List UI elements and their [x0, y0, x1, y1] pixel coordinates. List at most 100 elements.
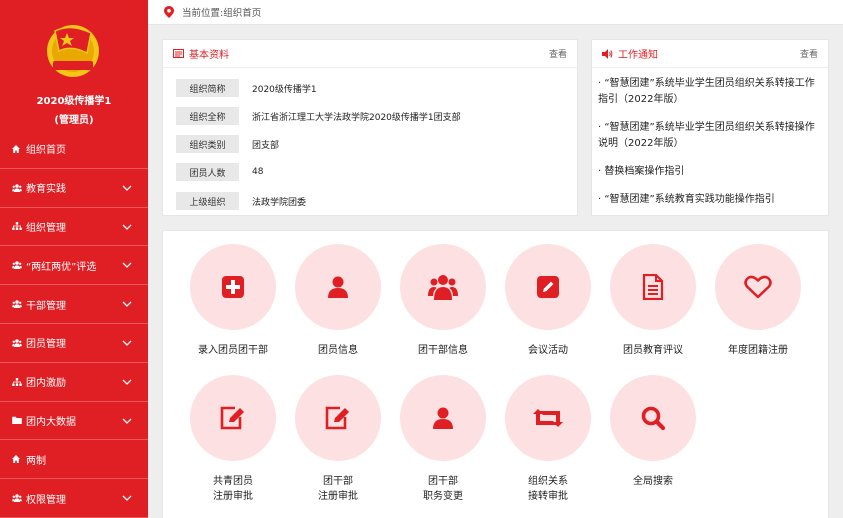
user-icon	[326, 275, 350, 299]
sidebar-item[interactable]: 教育实践	[0, 169, 148, 208]
sidebar-item[interactable]: 两制	[0, 440, 148, 480]
sidebar-item[interactable]: 组织首页	[0, 130, 148, 169]
basic-info-title: 基本资料	[189, 50, 229, 61]
home-icon	[12, 144, 24, 153]
sidebar-item-label: 组织管理	[26, 222, 66, 234]
sidebar-item-label: 团内激励	[26, 378, 66, 390]
map-marker-icon	[164, 6, 174, 18]
sidebar-item-label: 干部管理	[26, 300, 66, 312]
info-label: 组织类别	[176, 135, 239, 153]
sitemap-icon	[12, 377, 24, 386]
edit-square-icon	[536, 275, 560, 299]
notice-list: · “智慧团建”系统毕业学生团员组织关系转接工作指引（2022年版） · “智慧团…	[592, 68, 828, 208]
search-icon	[640, 405, 666, 431]
sidebar-item-label: 两制	[26, 455, 46, 467]
quick-action-circle	[190, 244, 276, 330]
quick-action-circle	[505, 375, 591, 461]
notice-header: 工作通知 查看	[592, 40, 828, 68]
basic-info-more-link[interactable]: 查看	[549, 47, 567, 60]
info-row: 组织全称 浙江省浙江理工大学法政学院2020级传播学1团支部	[176, 107, 461, 125]
quick-action-button[interactable]: 会议活动	[496, 244, 600, 358]
home-icon	[12, 455, 24, 464]
users-icon	[12, 300, 24, 309]
quick-action-circle	[505, 244, 591, 330]
retweet-icon	[533, 407, 563, 429]
quick-actions-panel: 录入团员团干部 团员信息 团干部信息 会议活动 团员教育评议 年度团籍注册共青团员 注册审…	[162, 230, 829, 518]
info-row: 团员人数 48	[176, 163, 263, 181]
sidebar: 2020级传播学1 (管理员) 组织首页 教育实践组织管理 “两红两优”评选 干部管理…	[0, 0, 148, 518]
quick-action-circle	[295, 375, 381, 461]
quick-action-button[interactable]: 团员教育评议	[601, 244, 705, 358]
chevron-down-icon	[122, 262, 132, 269]
sidebar-item[interactable]: 权限管理	[0, 479, 148, 518]
quick-action-circle	[715, 244, 801, 330]
quick-action-button[interactable]: 共青团员 注册审批	[181, 375, 285, 504]
sidebar-item[interactable]: 组织管理	[0, 208, 148, 247]
sitemap-icon	[12, 222, 24, 231]
chevron-down-icon	[122, 340, 132, 346]
quick-action-label: 录入团员团干部	[198, 345, 268, 356]
sidebar-item-label: “两红两优”评选	[26, 261, 97, 273]
sidebar-item[interactable]: 团内大数据	[0, 402, 148, 441]
sidebar-item[interactable]: “两红两优”评选	[0, 246, 148, 286]
quick-action-label: 团干部信息	[418, 345, 468, 356]
quick-action-label: 会议活动	[528, 345, 568, 356]
sidebar-item[interactable]: 团员管理	[0, 324, 148, 363]
users-icon	[12, 261, 24, 270]
quick-action-circle	[295, 244, 381, 330]
chevron-down-icon	[122, 185, 132, 191]
edit-icon	[219, 405, 247, 431]
quick-action-label: 团员教育评议	[623, 345, 683, 356]
document-icon	[642, 274, 664, 300]
info-label: 组织全称	[176, 107, 239, 125]
volume-icon	[602, 48, 613, 59]
quick-action-circle	[190, 375, 276, 461]
quick-action-button[interactable]: 录入团员团干部	[181, 244, 285, 358]
info-value: 48	[252, 167, 264, 177]
org-name: 2020级传播学1	[36, 96, 112, 107]
edit-icon	[324, 405, 352, 431]
notice-item[interactable]: · “智慧团建”系统毕业学生团员组织关系转接工作指引（2022年版）	[598, 76, 821, 108]
quick-action-label: 团干部 职务变更	[423, 476, 463, 502]
quick-action-button[interactable]: 全局搜索	[601, 375, 705, 489]
chevron-down-icon	[122, 495, 132, 502]
info-value: 2020级传播学1	[252, 84, 317, 95]
quick-action-circle	[400, 375, 486, 461]
notice-title: 工作通知	[618, 50, 658, 61]
sidebar-item[interactable]: 团内激励	[0, 363, 148, 402]
youth-league-emblem-icon	[47, 25, 99, 77]
sidebar-item-label: 权限管理	[26, 494, 66, 506]
quick-action-button[interactable]: 年度团籍注册	[706, 244, 810, 358]
quick-action-button[interactable]: 团干部 职务变更	[391, 375, 495, 504]
info-value: 法政学院团委	[252, 197, 307, 208]
notice-item[interactable]: · “智慧团建”系统教育实践功能操作指引	[598, 192, 821, 208]
breadcrumb-text: 当前位置:组织首页	[182, 8, 262, 19]
users-icon	[428, 274, 458, 300]
notice-item[interactable]: · “智慧团建”系统毕业学生团员组织关系转接操作说明（2022年版）	[598, 120, 821, 152]
info-row: 组织类别 团支部	[176, 135, 279, 153]
plus-square-icon	[221, 275, 245, 299]
chevron-down-icon	[122, 301, 132, 308]
quick-action-label: 组织关系 接转审批	[528, 476, 568, 502]
quick-action-button[interactable]: 团干部 注册审批	[286, 375, 390, 504]
users-icon	[12, 183, 24, 192]
chevron-down-icon	[122, 418, 132, 424]
notice-card: 工作通知 查看 · “智慧团建”系统毕业学生团员组织关系转接工作指引（2022年…	[591, 39, 829, 216]
notice-more-link[interactable]: 查看	[800, 47, 818, 60]
info-label: 团员人数	[176, 163, 239, 181]
folder-icon	[12, 416, 24, 425]
users-icon	[12, 494, 24, 503]
quick-action-button[interactable]: 组织关系 接转审批	[496, 375, 600, 504]
quick-action-label: 团员信息	[318, 345, 358, 356]
sidebar-item[interactable]: 干部管理	[0, 285, 148, 324]
info-label: 组织简称	[176, 79, 239, 97]
users-icon	[12, 339, 24, 347]
chevron-down-icon	[122, 224, 132, 230]
notice-item[interactable]: · 替换档案操作指引	[598, 164, 821, 180]
quick-action-label: 团干部 注册审批	[318, 476, 358, 502]
quick-action-button[interactable]: 团干部信息	[391, 244, 495, 358]
chevron-down-icon	[122, 379, 132, 385]
quick-action-button[interactable]: 团员信息	[286, 244, 390, 358]
heart-icon	[744, 275, 772, 299]
user-role: (管理员)	[54, 115, 94, 126]
